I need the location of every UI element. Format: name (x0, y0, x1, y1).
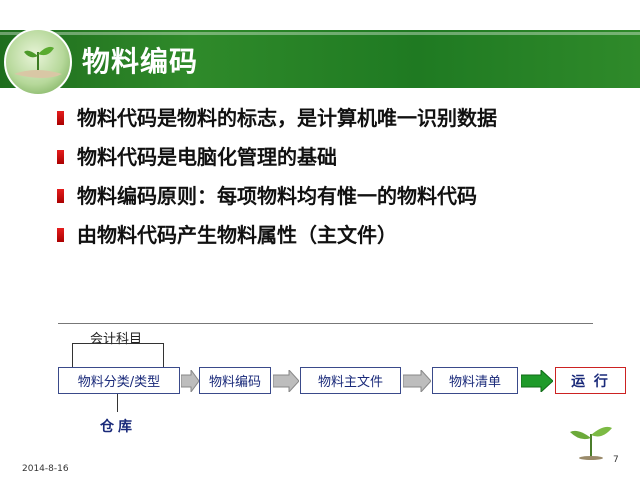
bullet-square-icon (55, 186, 64, 203)
flow-box-run: 运 行 (555, 367, 626, 394)
arrow-right-icon (181, 370, 199, 392)
bullet-text: 物料代码是物料的标志，是计算机唯一识别数据 (77, 106, 497, 130)
bullet-item: 物料编码原则：每项物料均有惟一的物料代码 (55, 179, 497, 210)
bullet-square-icon (55, 108, 64, 125)
bullet-item: 物料代码是电脑化管理的基础 (55, 140, 497, 171)
slide-title: 物料编码 (82, 45, 199, 78)
arrow-right-icon (521, 370, 553, 392)
bullet-item: 物料代码是物料的标志，是计算机唯一识别数据 (55, 101, 497, 132)
bullet-square-icon (55, 225, 64, 242)
flow-box-bom: 物料清单 (432, 367, 518, 394)
arrow-right-icon (403, 370, 431, 392)
divider-line (58, 323, 593, 324)
bracket-line (72, 343, 73, 368)
bullet-text: 物料编码原则：每项物料均有惟一的物料代码 (77, 184, 477, 208)
bullet-list: 物料代码是物料的标志，是计算机唯一识别数据 物料代码是电脑化管理的基础 物料编码… (55, 101, 497, 257)
footer-date: 2014-8-16 (22, 464, 69, 474)
banner-highlight (0, 32, 640, 35)
sprout-icon (570, 426, 612, 460)
bullet-square-icon (55, 147, 64, 164)
accounting-subject-label: 会计科目 (90, 332, 143, 347)
flow-box-material-master: 物料主文件 (300, 367, 401, 394)
arrow-right-icon (273, 370, 299, 392)
bullet-text: 由物料代码产生物料属性（主文件） (77, 223, 397, 247)
bracket-line (72, 343, 164, 344)
bullet-item: 由物料代码产生物料属性（主文件） (55, 218, 497, 249)
bullet-text: 物料代码是电脑化管理的基础 (77, 145, 337, 169)
bracket-line (163, 343, 164, 368)
flow-box-material-code: 物料编码 (199, 367, 271, 394)
connector-line (117, 394, 118, 412)
flow-box-category: 物料分类/类型 (58, 367, 180, 394)
warehouse-label: 仓库 (100, 419, 136, 435)
seedling-logo-icon (4, 28, 72, 96)
